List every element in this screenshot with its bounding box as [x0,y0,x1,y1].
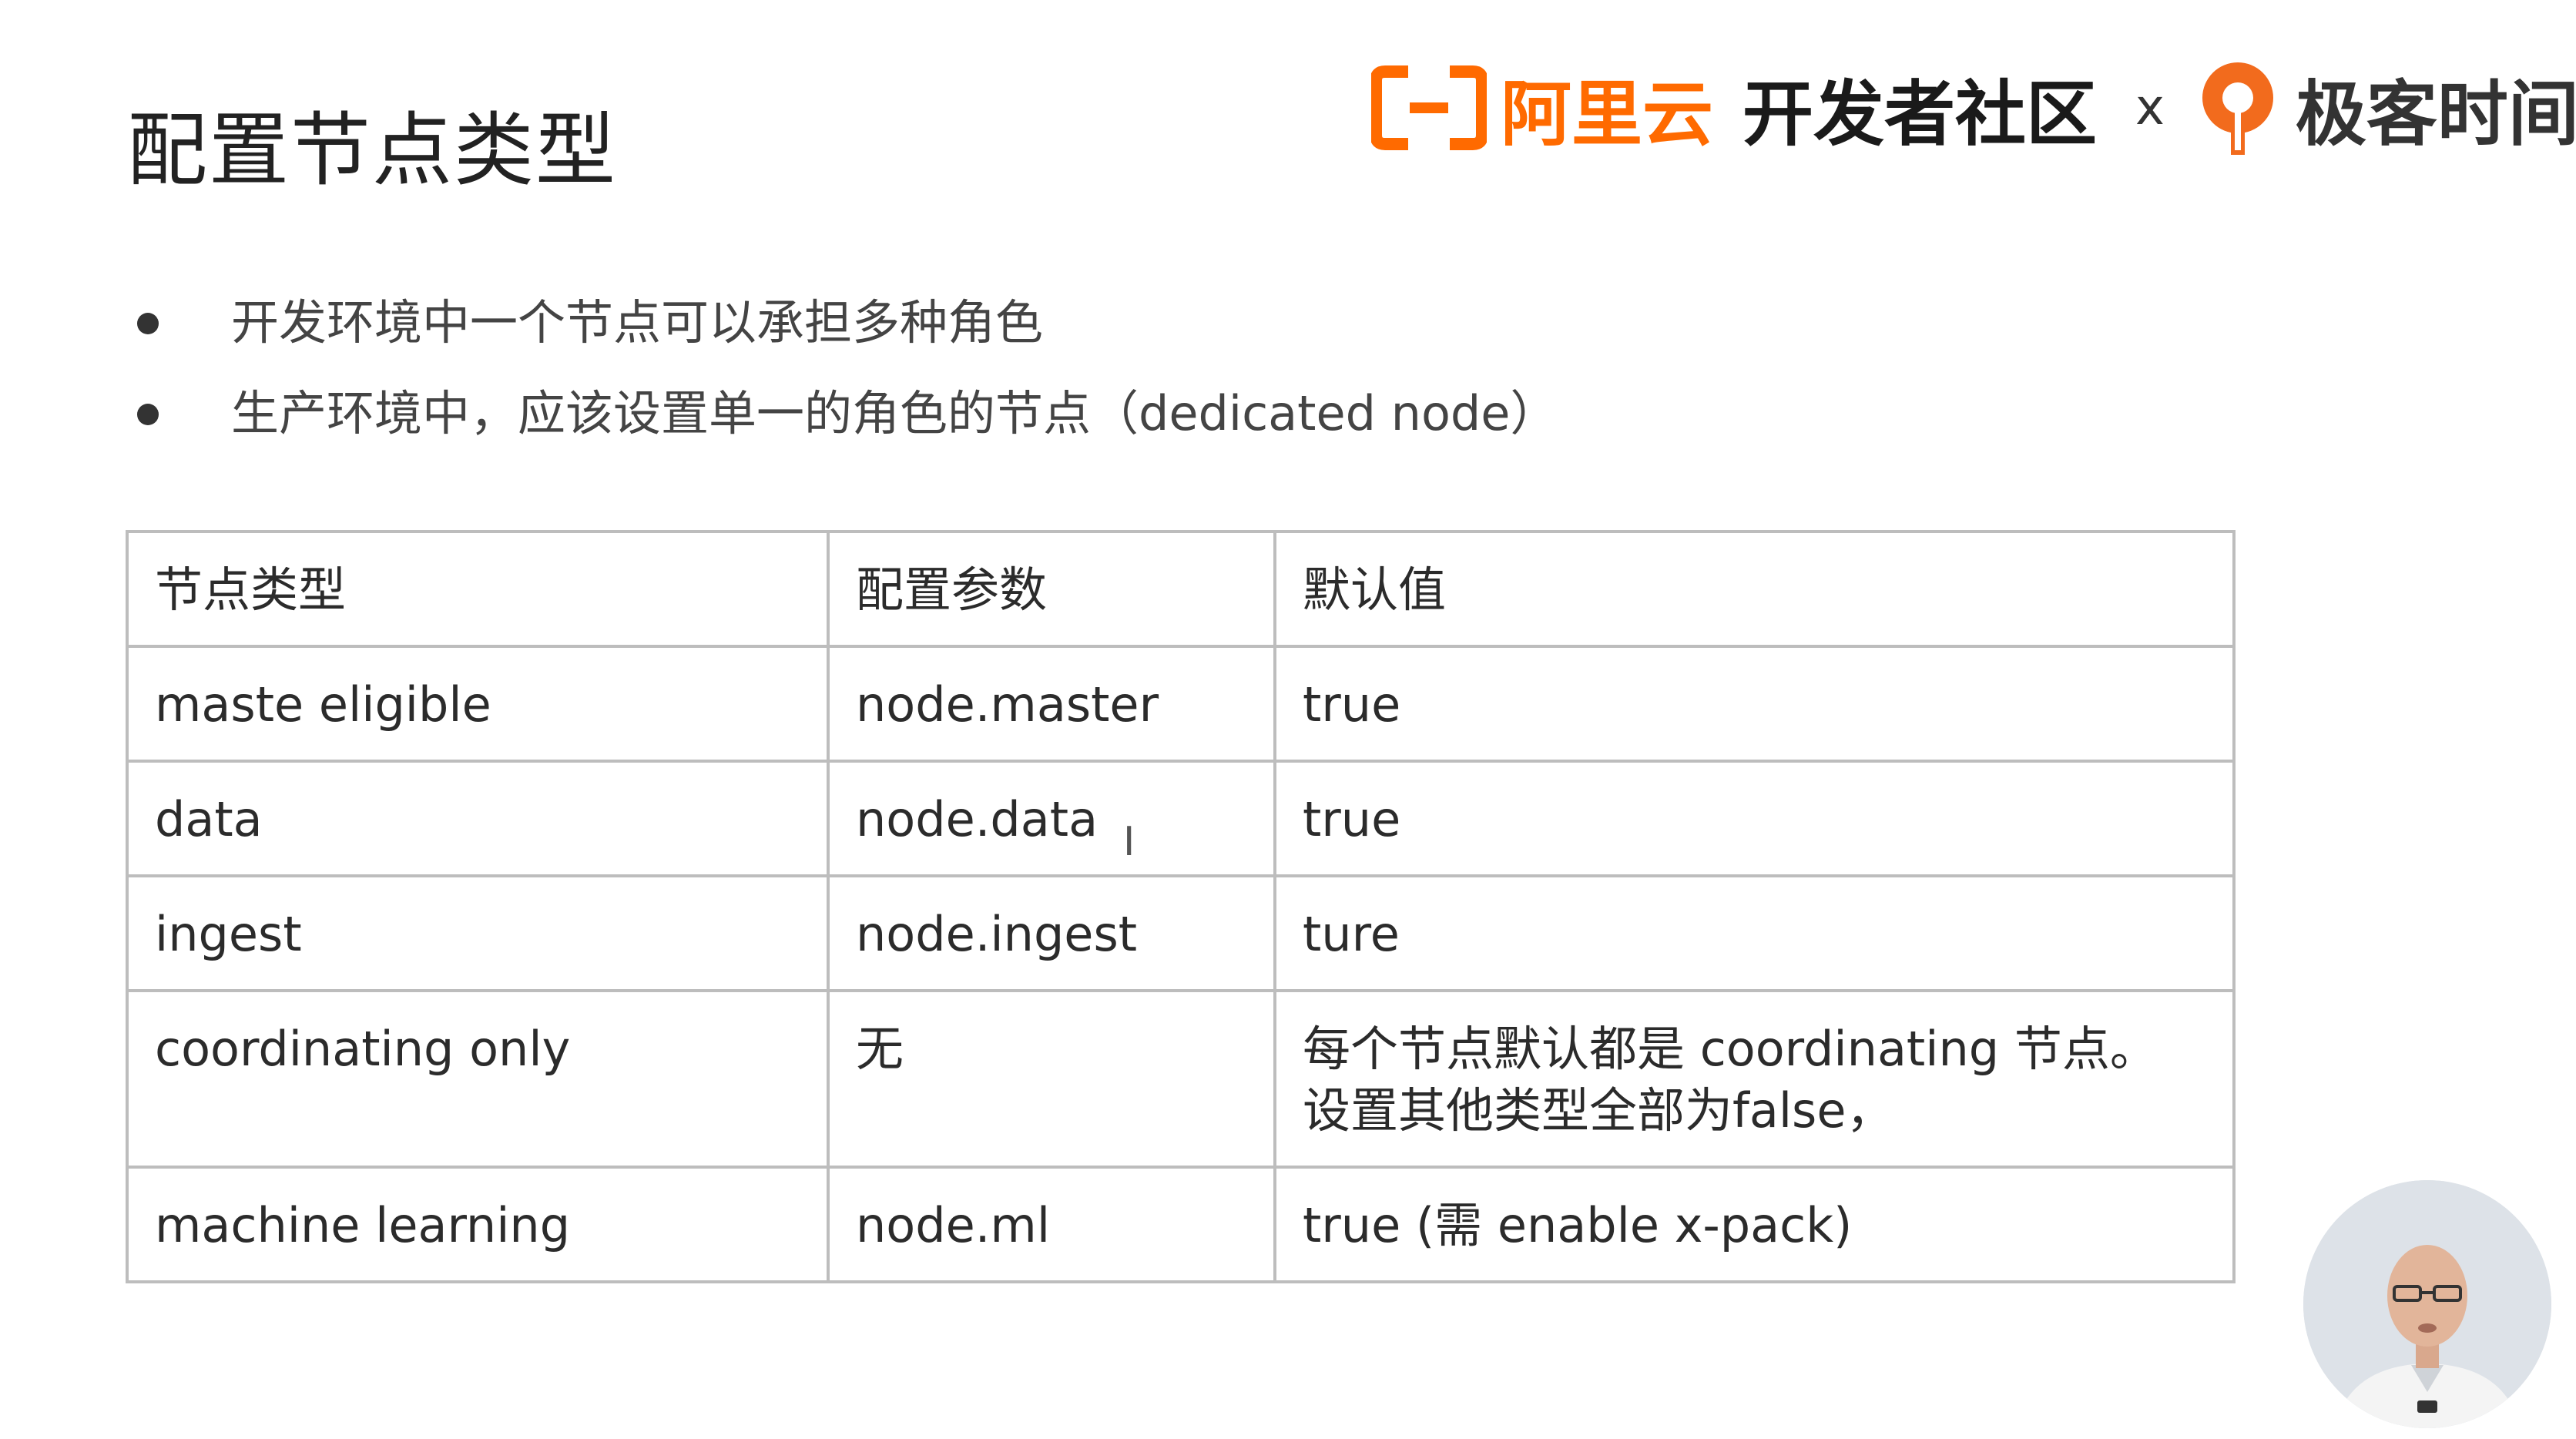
cell-node-type: data [126,760,830,877]
cell-node-type: machine learning [126,1166,830,1283]
bullet-dot-icon [137,404,159,425]
aliyun-logo-icon [1371,65,1487,150]
geektime-wordmark: 极客时间 [2295,72,2576,156]
header-default-value: 默认值 [1273,530,2236,648]
table-row: coordinating only 无 每个节点默认都是 coordinatin… [126,989,2236,1169]
table-row: ingest node.ingest ture [126,874,2236,992]
cell-default-value: 每个节点默认都是 coordinating 节点。 设置其他类型全部为false… [1273,989,2236,1169]
aliyun-wordmark: 阿里云 [1501,72,1714,156]
header-node-type: 节点类型 [126,530,830,648]
cell-node-type: ingest [126,874,830,992]
cell-default-value: true [1273,645,2236,763]
bullet-text: 生产环境中，应该设置单一的角色的节点（dedicated node） [231,385,1558,441]
cell-default-value: ture [1273,874,2236,992]
default-note-line: 设置其他类型全部为false， [1303,1082,1894,1139]
table-row: data node.data true [126,760,2236,877]
geektime-logo-icon [2202,62,2273,155]
cell-node-type: maste eligible [126,645,830,763]
cell-config-param: node.master [827,645,1276,763]
cell-node-type: coordinating only [126,989,830,1169]
table-header-row: 节点类型 配置参数 默认值 [126,530,2236,648]
slide-title: 配置节点类型 [127,103,618,197]
brand-logos: 阿里云 开发者社区 x 极客时间 [1371,58,2576,158]
bullet-dot-icon [137,313,159,334]
cell-config-param: 无 [827,989,1276,1169]
table-row: maste eligible node.master true [126,645,2236,763]
cell-config-param: node.ml [827,1166,1276,1283]
cell-default-value: true (需 enable x-pack) [1273,1166,2236,1283]
bullet-list: 开发环境中一个节点可以承担多种角色 生产环境中，应该设置单一的角色的节点（ded… [131,277,1558,459]
header-config-param: 配置参数 [827,530,1276,648]
cell-default-value: true [1273,760,2236,877]
bullet-item: 生产环境中，应该设置单一的角色的节点（dedicated node） [131,368,1558,459]
node-type-table: 节点类型 配置参数 默认值 maste eligible node.master… [126,530,2236,1283]
cell-config-param: node.data [827,760,1276,877]
brand-separator: x [2135,79,2165,136]
community-wordmark: 开发者社区 [1742,72,2098,156]
table-row: machine learning node.ml true (需 enable … [126,1166,2236,1283]
speaker-video-icon [2303,1180,2551,1428]
text-cursor-icon: I [1123,819,1135,865]
default-note-line: 每个节点默认都是 coordinating 节点。 [1303,1021,2158,1077]
cell-config-param: node.ingest [827,874,1276,992]
bullet-item: 开发环境中一个节点可以承担多种角色 [131,277,1558,368]
speaker-video[interactable] [2303,1180,2551,1428]
bullet-text: 开发环境中一个节点可以承担多种角色 [231,294,1044,351]
